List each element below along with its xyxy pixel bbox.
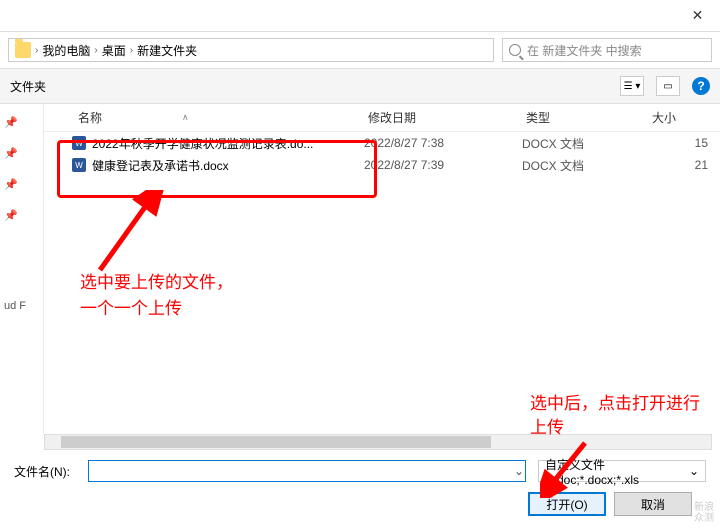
chevron-down-icon: ⌄ — [689, 464, 699, 478]
column-headers[interactable]: 名称 ∧ 修改日期 类型 大小 — [44, 104, 720, 132]
col-date[interactable]: 修改日期 — [362, 109, 520, 126]
docx-icon: W — [72, 136, 86, 150]
pin-icon[interactable]: 📌 — [4, 147, 18, 160]
pin-icon[interactable]: 📌 — [4, 116, 18, 129]
pin-icon[interactable]: 📌 — [4, 178, 18, 191]
toolbar: 文件夹 ☰ ▾ ▭ ? — [0, 68, 720, 104]
file-date: 2022/8/27 7:38 — [364, 136, 522, 150]
search-icon — [509, 44, 521, 56]
toolbar-folder-label[interactable]: 文件夹 — [10, 78, 46, 95]
titlebar: ✕ — [0, 0, 720, 32]
chevron-down-icon[interactable]: ⌄ — [514, 464, 522, 478]
crumb-item[interactable]: 新建文件夹 — [137, 42, 197, 59]
search-input[interactable]: 在 新建文件夹 中搜索 — [502, 38, 712, 62]
file-name: 健康登记表及承诺书.docx — [92, 157, 364, 174]
dialog-footer: 文件名(N): ⌄ 自定义文件 (*.doc;*.docx;*.xls ⌄ 打开… — [0, 450, 720, 526]
watermark: 新浪 众测 — [694, 502, 714, 524]
view-list-button[interactable]: ☰ ▾ — [620, 76, 644, 96]
chevron-right-icon: › — [35, 45, 38, 56]
chevron-right-icon: › — [94, 45, 97, 56]
cancel-button[interactable]: 取消 — [614, 492, 692, 516]
sort-indicator-icon: ∧ — [182, 112, 189, 123]
scrollbar-thumb[interactable] — [61, 436, 491, 448]
close-button[interactable]: ✕ — [675, 0, 720, 32]
crumb-item[interactable]: 桌面 — [102, 42, 126, 59]
sidebar: 📌 📌 📌 📌 ud F — [0, 104, 44, 434]
chevron-right-icon: › — [130, 45, 133, 56]
filename-input[interactable] — [88, 460, 526, 482]
breadcrumb[interactable]: › 我的电脑 › 桌面 › 新建文件夹 — [8, 38, 494, 62]
crumb-item[interactable]: 我的电脑 — [42, 42, 90, 59]
pin-icon[interactable]: 📌 — [4, 209, 18, 222]
col-name[interactable]: 名称 — [78, 109, 102, 126]
sidebar-item[interactable] — [4, 240, 7, 252]
file-row[interactable]: W 健康登记表及承诺书.docx 2022/8/27 7:39 DOCX 文档 … — [44, 154, 720, 176]
view-details-button[interactable]: ▭ — [656, 76, 680, 96]
col-type[interactable]: 类型 — [520, 109, 646, 126]
annotation-text-1: 选中要上传的文件， 一个一个上传 — [80, 270, 233, 321]
file-name: 2022年秋季开学健康状况监测记录表.do... — [92, 135, 364, 152]
file-date: 2022/8/27 7:39 — [364, 158, 522, 172]
file-list: 名称 ∧ 修改日期 类型 大小 W 2022年秋季开学健康状况监测记录表.do..… — [44, 104, 720, 434]
annotation-text-2: 选中后，点击打开进行 上传 — [530, 392, 700, 440]
file-type: DOCX 文档 — [522, 157, 648, 174]
file-rows: W 2022年秋季开学健康状况监测记录表.do... 2022/8/27 7:3… — [44, 132, 720, 176]
filter-text: 自定义文件 (*.doc;*.docx;*.xls — [545, 456, 689, 487]
file-type-filter[interactable]: 自定义文件 (*.doc;*.docx;*.xls ⌄ — [538, 460, 706, 482]
file-type: DOCX 文档 — [522, 135, 648, 152]
col-size[interactable]: 大小 — [646, 109, 706, 126]
file-size: 21 — [648, 158, 708, 172]
file-size: 15 — [648, 136, 708, 150]
search-placeholder: 在 新建文件夹 中搜索 — [527, 42, 642, 59]
sidebar-item-cloud[interactable]: ud F — [4, 300, 26, 312]
address-bar: › 我的电脑 › 桌面 › 新建文件夹 在 新建文件夹 中搜索 — [0, 32, 720, 68]
file-row[interactable]: W 2022年秋季开学健康状况监测记录表.do... 2022/8/27 7:3… — [44, 132, 720, 154]
sidebar-item[interactable] — [4, 270, 7, 282]
folder-icon — [15, 42, 31, 58]
docx-icon: W — [72, 158, 86, 172]
open-button[interactable]: 打开(O) — [528, 492, 606, 516]
content-area: 📌 📌 📌 📌 ud F 名称 ∧ 修改日期 类型 大小 W 2022年秋季开学健… — [0, 104, 720, 434]
help-icon[interactable]: ? — [692, 77, 710, 95]
filename-label: 文件名(N): — [14, 463, 82, 480]
